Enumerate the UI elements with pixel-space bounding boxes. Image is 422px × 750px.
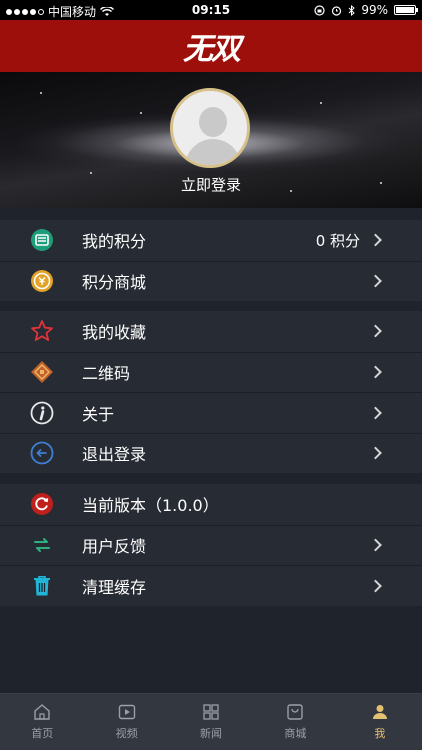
logout-icon: [30, 441, 54, 465]
tab-label: 商城: [284, 727, 307, 740]
star-icon: [31, 320, 53, 342]
alarm-icon: [332, 5, 342, 16]
menu-item-about[interactable]: 关于: [0, 392, 422, 433]
menu-label: 退出登录: [82, 445, 147, 465]
version-icon: [31, 493, 53, 516]
header-bar: 无双: [0, 20, 422, 72]
menu-item-favorites[interactable]: 我的收藏: [0, 311, 422, 352]
status-right: 99%: [314, 3, 418, 17]
chevron-right-icon: [369, 274, 382, 288]
battery-fill: [396, 7, 414, 13]
tab-mall[interactable]: 商城: [253, 694, 337, 750]
menu-item-clear-cache[interactable]: 清理缓存: [0, 565, 422, 606]
info-icon: [30, 401, 54, 425]
trash-icon: [34, 575, 50, 596]
video-icon: [118, 704, 135, 720]
tab-bar: 首页 视频 新闻 商城 我: [0, 693, 422, 750]
chevron-right-icon: [369, 446, 382, 460]
menu-label: 我的积分: [82, 232, 147, 252]
menu-item-logout[interactable]: 退出登录: [0, 432, 422, 474]
rotation-lock-icon: [314, 4, 325, 16]
mall-icon: [287, 704, 304, 720]
tab-home[interactable]: 首页: [0, 694, 84, 750]
tab-label: 我: [374, 727, 386, 740]
tab-label: 新闻: [200, 727, 223, 740]
menu-item-feedback[interactable]: 用户反馈: [0, 524, 422, 566]
menu-label: 积分商城: [82, 273, 147, 293]
avatar-body: [185, 139, 241, 165]
menu-label: 当前版本（1.0.0）: [82, 496, 219, 516]
menu-item-points-mall[interactable]: 积分商城: [0, 260, 422, 302]
chevron-right-icon: [369, 233, 382, 247]
points-mall-icon: [31, 270, 53, 293]
battery-percent: 99%: [361, 3, 388, 17]
menu-group-main: 我的收藏 二维码 关于 退出登录: [0, 311, 422, 473]
menu-group-points: 我的积分 0 积分 积分商城: [0, 220, 422, 301]
star-decoration: [140, 112, 142, 114]
menu-label: 我的收藏: [82, 323, 147, 343]
home-icon: [34, 704, 50, 720]
menu-label: 用户反馈: [82, 537, 147, 557]
tab-label: 首页: [31, 727, 54, 740]
star-decoration: [320, 102, 322, 104]
star-decoration: [40, 92, 42, 94]
tab-me[interactable]: 我: [338, 694, 422, 750]
profile-icon: [372, 705, 387, 719]
status-bar: 中国移动 09:15 99%: [0, 0, 422, 20]
avatar[interactable]: [170, 88, 250, 168]
menu-label: 清理缓存: [82, 577, 147, 597]
login-link[interactable]: 立即登录: [0, 174, 422, 195]
menu-item-my-points[interactable]: 我的积分 0 积分: [0, 220, 422, 261]
chevron-right-icon: [369, 324, 382, 338]
menu-label: 二维码: [82, 364, 131, 384]
feedback-icon: [34, 538, 50, 553]
news-icon: [203, 704, 219, 720]
chevron-right-icon: [369, 579, 382, 593]
battery-icon: [394, 5, 418, 15]
avatar-head: [199, 107, 227, 137]
chevron-right-icon: [369, 406, 382, 420]
menu-item-version: 当前版本（1.0.0）: [0, 484, 422, 525]
app-logo: 无双: [183, 32, 241, 67]
points-value: 0 积分: [315, 231, 360, 250]
tab-news[interactable]: 新闻: [169, 694, 253, 750]
menu-item-qrcode[interactable]: 二维码: [0, 351, 422, 393]
points-icon: [31, 229, 53, 252]
menu-label: 关于: [82, 404, 115, 424]
chevron-right-icon: [369, 538, 382, 552]
bluetooth-icon: [348, 4, 356, 16]
menu-group-system: 当前版本（1.0.0） 用户反馈 清理缓存: [0, 484, 422, 606]
qrcode-icon: [31, 361, 53, 384]
tab-label: 视频: [115, 727, 138, 740]
chevron-right-icon: [369, 365, 382, 379]
profile-banner: 立即登录: [0, 72, 422, 208]
tab-video[interactable]: 视频: [84, 694, 168, 750]
